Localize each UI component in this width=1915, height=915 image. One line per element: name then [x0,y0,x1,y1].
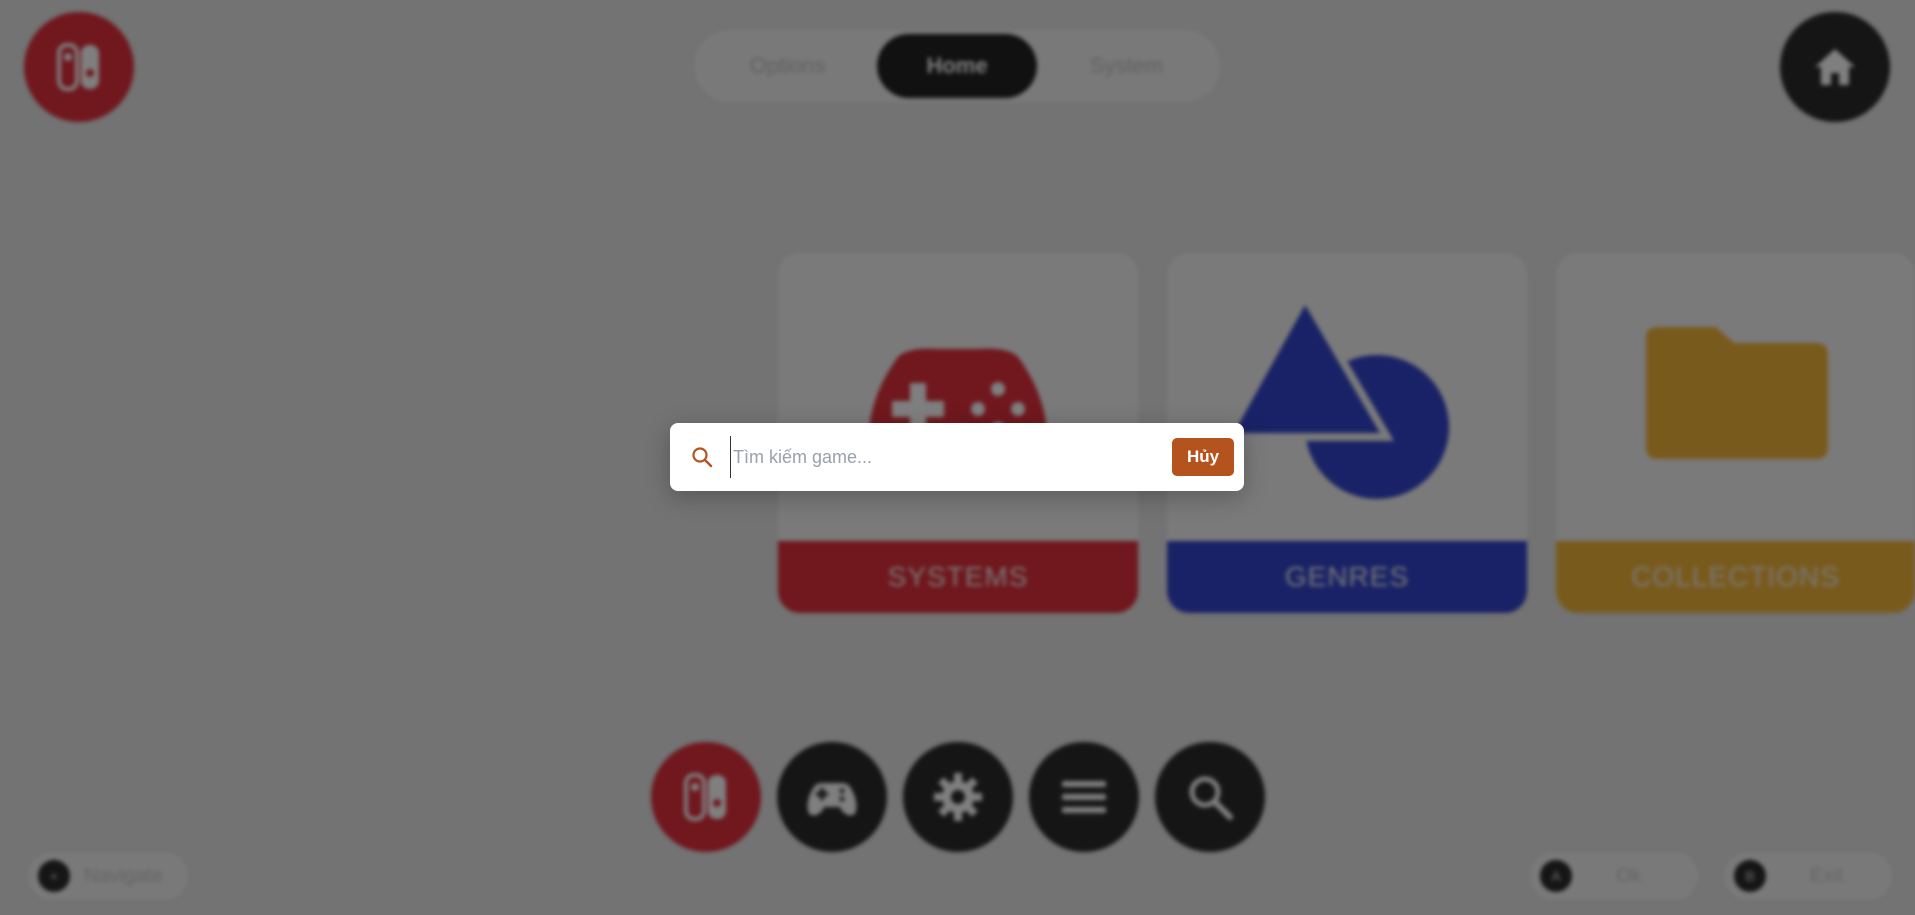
search-dialog: Hủy [670,423,1244,491]
app-root: Options Home System SYSTEMS [0,0,1915,915]
cancel-button[interactable]: Hủy [1172,438,1234,476]
search-input[interactable] [730,436,1172,478]
search-icon [688,443,716,471]
